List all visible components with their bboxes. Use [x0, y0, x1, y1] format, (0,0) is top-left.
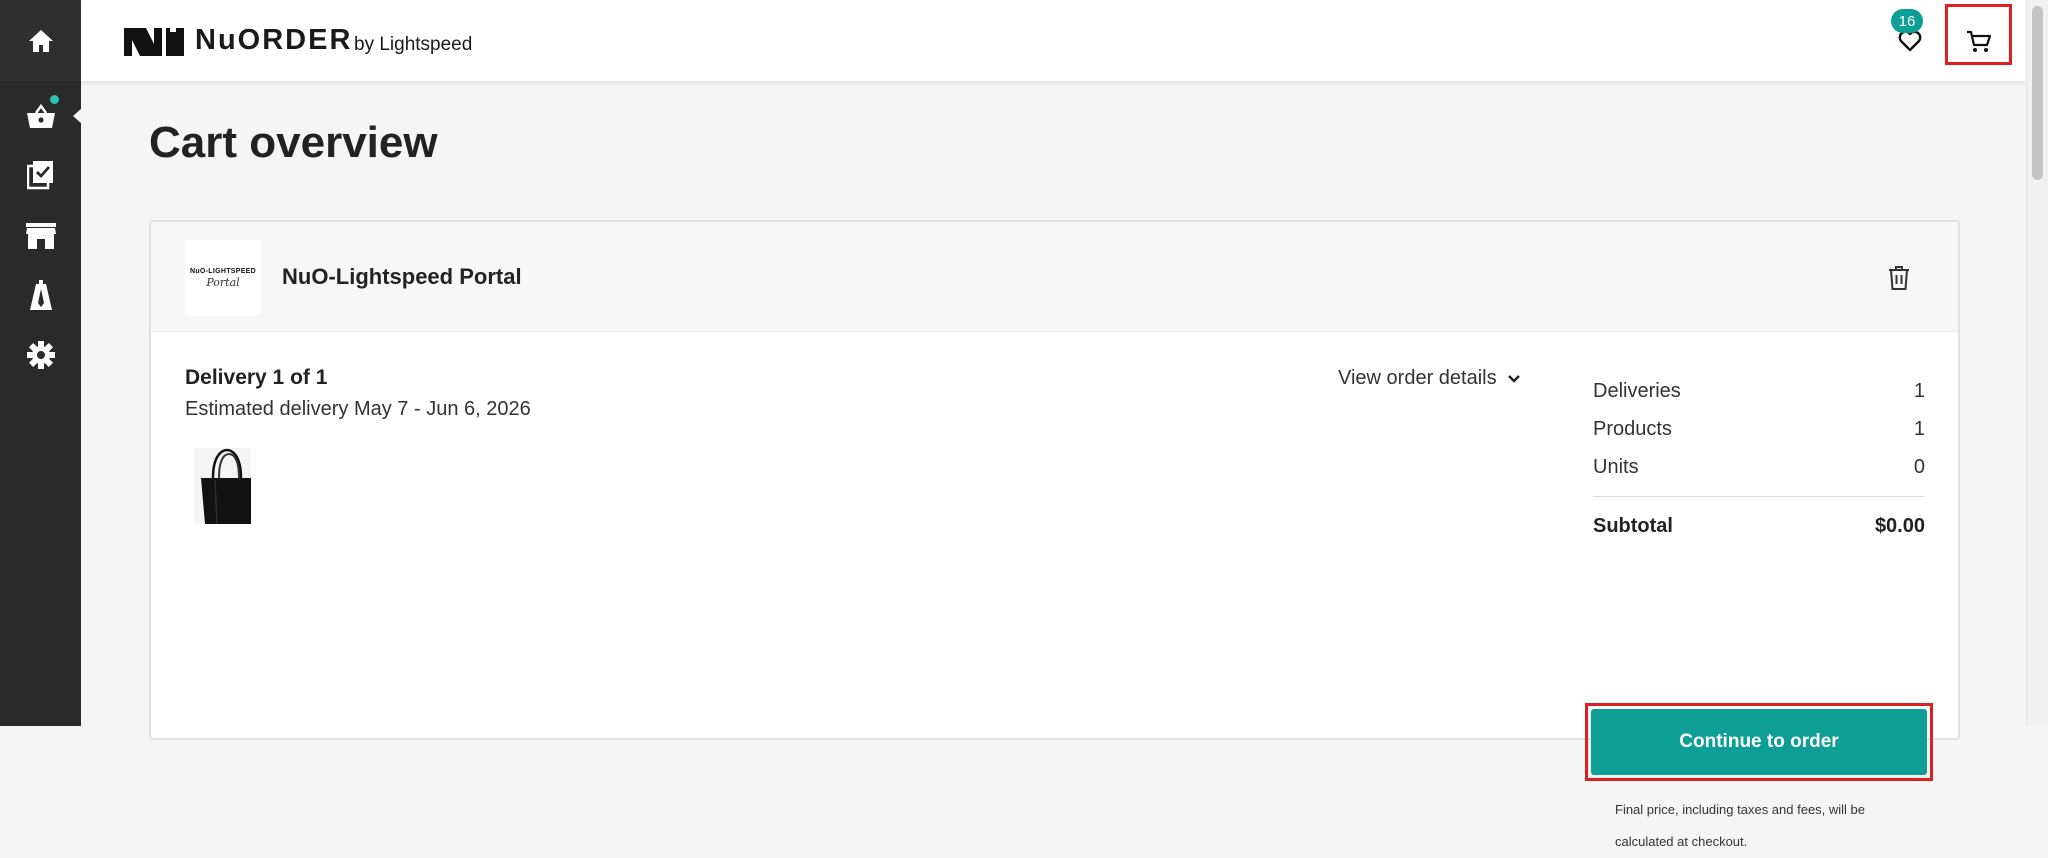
mannequin-icon [28, 279, 54, 311]
summary-label: Deliveries [1593, 379, 1681, 402]
summary-row-products: Products 1 [1593, 410, 1925, 448]
sidebar-item-home[interactable] [0, 0, 81, 81]
sidebar [0, 0, 82, 726]
gear-icon [26, 341, 55, 369]
delete-cart-button[interactable] [1882, 261, 1916, 295]
view-order-details-toggle[interactable]: View order details [1338, 367, 1521, 390]
summary-label: Units [1593, 455, 1639, 478]
scrollbar-thumb[interactable] [2032, 6, 2043, 180]
summary-divider [1593, 496, 1925, 497]
cart-icon [1966, 30, 1991, 52]
delivery-title: Delivery 1 of 1 [185, 366, 328, 389]
sidebar-item-brands[interactable] [0, 207, 81, 265]
continue-highlight: Continue to order [1585, 703, 1933, 781]
sidebar-item-settings[interactable] [0, 326, 81, 384]
delivery-estimate: Estimated delivery May 7 - Jun 6, 2026 [185, 398, 531, 420]
notification-dot [50, 95, 59, 104]
product-thumbnail[interactable] [195, 448, 251, 524]
basket-icon [26, 103, 56, 129]
nuorder-logo-icon [124, 28, 184, 56]
summary-subtotal: Subtotal $0.00 [1593, 509, 1925, 543]
active-indicator [73, 108, 82, 124]
heart-icon [1898, 30, 1922, 52]
brand-name: NuO-Lightspeed Portal [282, 264, 522, 289]
cart-count-badge: 16 [1891, 9, 1923, 33]
summary-row-deliveries: Deliveries 1 [1593, 372, 1925, 410]
sidebar-item-cart[interactable] [0, 87, 82, 145]
trash-icon [1889, 266, 1909, 290]
subtotal-label: Subtotal [1593, 514, 1673, 537]
order-summary: Deliveries 1 Products 1 Units 0 Subtotal… [1585, 372, 1933, 849]
home-icon [28, 29, 54, 53]
page-title: Cart overview [149, 118, 438, 167]
summary-value: 0 [1913, 455, 1925, 478]
sidebar-item-showroom[interactable] [0, 266, 81, 324]
subtotal-value: $0.00 [1874, 514, 1925, 537]
summary-label: Products [1593, 417, 1672, 440]
brand-logo-line1: NuO-LIGHTSPEED [189, 267, 257, 275]
continue-to-order-button[interactable]: Continue to order [1591, 709, 1927, 775]
summary-row-units: Units 0 [1593, 448, 1925, 486]
brand-logo: NuO-LIGHTSPEED Portal [185, 240, 261, 316]
chevron-down-icon [1507, 374, 1520, 383]
cart-button[interactable] [1945, 4, 2012, 65]
sidebar-item-orders[interactable] [0, 146, 81, 204]
checklist-icon [26, 160, 55, 190]
summary-value: 1 [1913, 417, 1925, 440]
logo-text: NuORDER [195, 24, 353, 56]
cart-card: NuO-LIGHTSPEED Portal NuO-Lightspeed Por… [149, 220, 1960, 849]
cart-card-header: NuO-LIGHTSPEED Portal NuO-Lightspeed Por… [151, 222, 1958, 332]
logo-subtitle: by Lightspeed [354, 34, 473, 55]
page-scrollbar[interactable] [2026, 0, 2048, 726]
top-header: NuORDER by Lightspeed [81, 0, 2026, 81]
view-order-details-label: View order details [1338, 367, 1497, 389]
summary-value: 1 [1913, 379, 1925, 402]
brand-logo-line2: Portal [206, 275, 240, 289]
store-icon [25, 222, 57, 250]
handbag-image [195, 448, 251, 524]
checkout-note: Final price, including taxes and fees, w… [1615, 802, 1866, 849]
